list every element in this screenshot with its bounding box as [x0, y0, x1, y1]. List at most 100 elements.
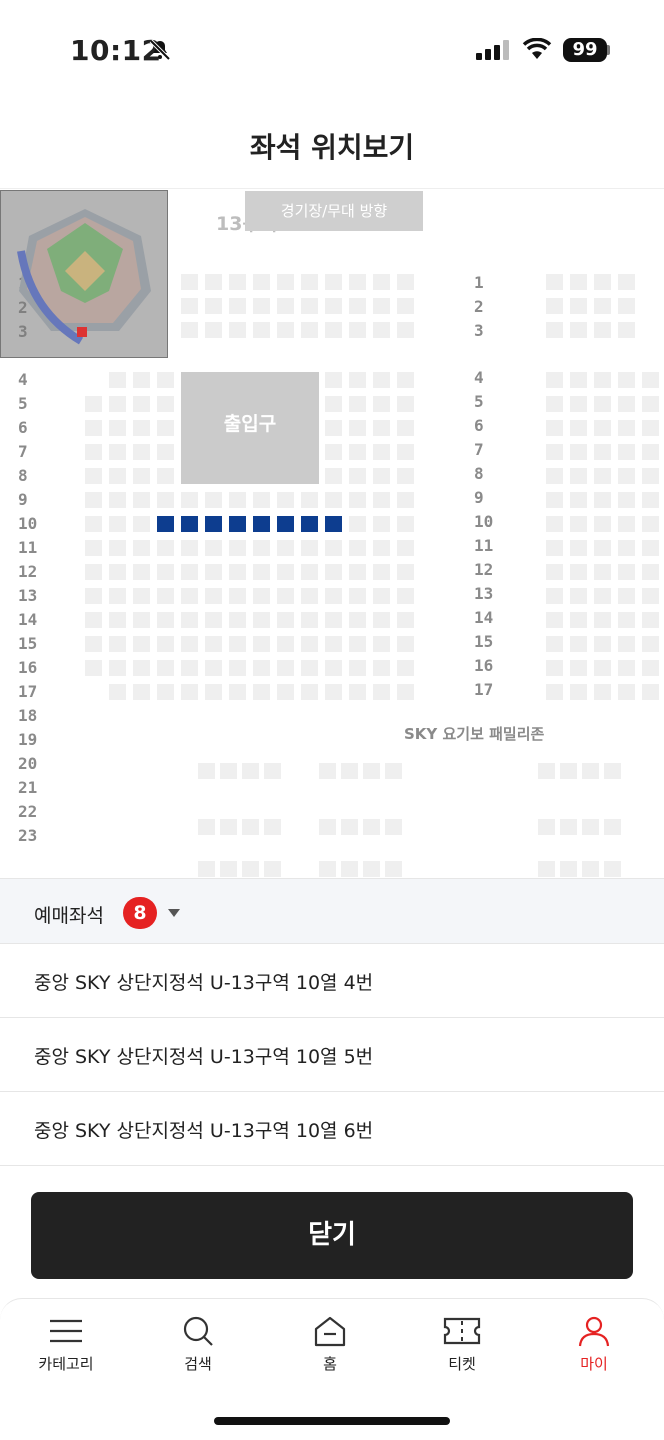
- seat[interactable]: [277, 612, 294, 628]
- seat[interactable]: [133, 540, 150, 556]
- seat[interactable]: [397, 588, 414, 604]
- selected-seat[interactable]: [181, 516, 198, 532]
- seat[interactable]: [325, 444, 342, 460]
- seat[interactable]: [253, 564, 270, 580]
- seat[interactable]: [373, 468, 390, 484]
- seat[interactable]: [85, 588, 102, 604]
- stadium-minimap[interactable]: [0, 190, 168, 358]
- seat[interactable]: [570, 372, 587, 388]
- seat[interactable]: [570, 516, 587, 532]
- seat[interactable]: [85, 444, 102, 460]
- seat[interactable]: [385, 819, 402, 835]
- seat[interactable]: [229, 612, 246, 628]
- seat[interactable]: [109, 612, 126, 628]
- seat[interactable]: [205, 540, 222, 556]
- seat[interactable]: [205, 636, 222, 652]
- seat[interactable]: [397, 322, 414, 338]
- seat[interactable]: [325, 540, 342, 556]
- seat[interactable]: [109, 420, 126, 436]
- seat[interactable]: [594, 636, 611, 652]
- seat[interactable]: [220, 861, 237, 877]
- seat[interactable]: [618, 468, 635, 484]
- seat[interactable]: [85, 468, 102, 484]
- seat[interactable]: [373, 420, 390, 436]
- seat[interactable]: [277, 492, 294, 508]
- seat[interactable]: [618, 396, 635, 412]
- seat[interactable]: [301, 684, 318, 700]
- seat[interactable]: [301, 564, 318, 580]
- seat[interactable]: [157, 540, 174, 556]
- seat[interactable]: [349, 540, 366, 556]
- seat[interactable]: [242, 861, 259, 877]
- seat[interactable]: [397, 636, 414, 652]
- seat[interactable]: [373, 298, 390, 314]
- seat[interactable]: [618, 636, 635, 652]
- close-button[interactable]: 닫기: [31, 1192, 633, 1279]
- seat[interactable]: [277, 684, 294, 700]
- seat[interactable]: [85, 564, 102, 580]
- seat[interactable]: [397, 420, 414, 436]
- seat[interactable]: [618, 298, 635, 314]
- seat[interactable]: [570, 274, 587, 290]
- seat[interactable]: [397, 516, 414, 532]
- seat[interactable]: [397, 540, 414, 556]
- seat[interactable]: [229, 298, 246, 314]
- seat[interactable]: [85, 540, 102, 556]
- selected-seat[interactable]: [205, 516, 222, 532]
- seat[interactable]: [109, 684, 126, 700]
- seat[interactable]: [109, 516, 126, 532]
- seat[interactable]: [546, 660, 563, 676]
- seat[interactable]: [85, 420, 102, 436]
- seat[interactable]: [546, 588, 563, 604]
- seat[interactable]: [570, 612, 587, 628]
- seat[interactable]: [253, 636, 270, 652]
- seat[interactable]: [242, 763, 259, 779]
- tab-home[interactable]: 홈: [264, 1311, 396, 1391]
- seat[interactable]: [325, 564, 342, 580]
- seat[interactable]: [133, 636, 150, 652]
- seat[interactable]: [642, 396, 659, 412]
- seat[interactable]: [349, 516, 366, 532]
- seat[interactable]: [264, 763, 281, 779]
- seat[interactable]: [133, 564, 150, 580]
- seat[interactable]: [181, 322, 198, 338]
- seat[interactable]: [198, 763, 215, 779]
- seat[interactable]: [570, 684, 587, 700]
- seat[interactable]: [325, 322, 342, 338]
- seat[interactable]: [397, 396, 414, 412]
- seat[interactable]: [220, 819, 237, 835]
- seat[interactable]: [325, 684, 342, 700]
- seat[interactable]: [618, 564, 635, 580]
- seat[interactable]: [133, 612, 150, 628]
- seat[interactable]: [133, 372, 150, 388]
- seat[interactable]: [277, 564, 294, 580]
- seat[interactable]: [277, 636, 294, 652]
- seat[interactable]: [618, 516, 635, 532]
- seat[interactable]: [133, 660, 150, 676]
- seat[interactable]: [373, 322, 390, 338]
- seat[interactable]: [349, 274, 366, 290]
- seat[interactable]: [109, 396, 126, 412]
- seat[interactable]: [373, 540, 390, 556]
- seat[interactable]: [397, 612, 414, 628]
- seat[interactable]: [325, 660, 342, 676]
- seat[interactable]: [109, 588, 126, 604]
- seat[interactable]: [109, 444, 126, 460]
- seat[interactable]: [157, 492, 174, 508]
- seat[interactable]: [205, 298, 222, 314]
- tab-ticket[interactable]: 티켓: [396, 1311, 528, 1391]
- seat[interactable]: [349, 420, 366, 436]
- seat[interactable]: [582, 861, 599, 877]
- seat[interactable]: [325, 396, 342, 412]
- seat[interactable]: [157, 564, 174, 580]
- seat[interactable]: [397, 684, 414, 700]
- seat[interactable]: [325, 372, 342, 388]
- seat[interactable]: [546, 684, 563, 700]
- seat[interactable]: [546, 492, 563, 508]
- seat[interactable]: [570, 444, 587, 460]
- seat[interactable]: [385, 763, 402, 779]
- seat[interactable]: [85, 492, 102, 508]
- seat[interactable]: [133, 444, 150, 460]
- seat[interactable]: [618, 420, 635, 436]
- seat[interactable]: [594, 588, 611, 604]
